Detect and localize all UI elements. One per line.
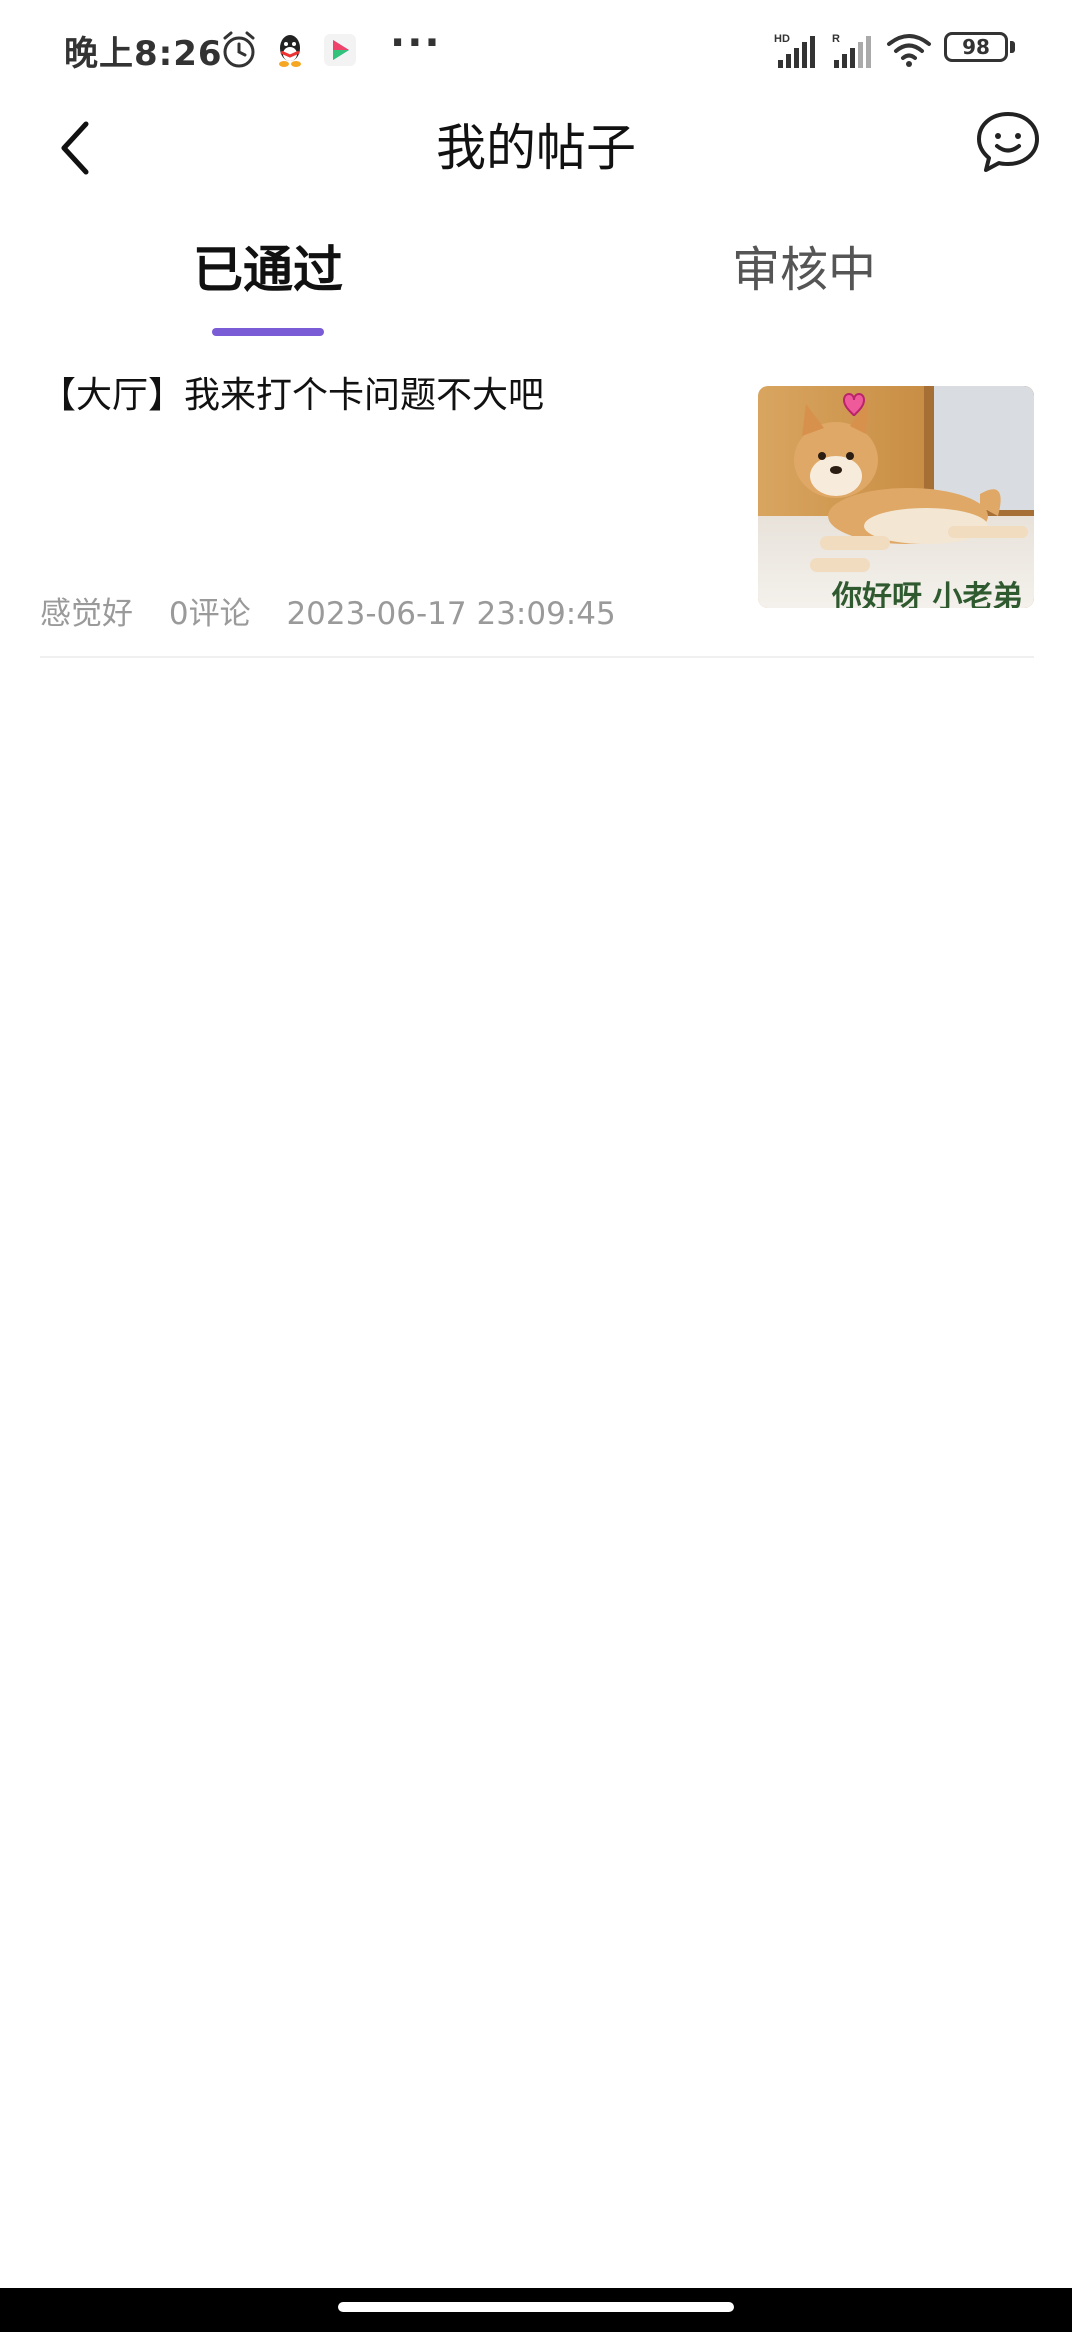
play-icon (324, 34, 356, 66)
post-comment-count: 0评论 (168, 596, 251, 632)
signal-icon: HD (774, 33, 815, 68)
my-posts-screen: 晚上8:26 ··· HD R 98 我的帖子 已通过 审核中 【大厅】我来打个… (0, 0, 1072, 2332)
chat-bubble-icon (977, 112, 1039, 172)
tab-approved[interactable]: 已通过 (118, 230, 418, 302)
post-author: 感觉好 (40, 596, 133, 632)
battery-icon: 98 (944, 32, 1008, 62)
message-button[interactable] (970, 104, 1046, 180)
post-title: 【大厅】我来打个卡问题不大吧 (40, 375, 545, 416)
alarm-icon (223, 31, 255, 68)
system-nav-bar (0, 2288, 1072, 2332)
signal-icon-secondary: R (832, 33, 871, 68)
post-datetime: 2023-06-17 23:09:45 (286, 596, 616, 632)
signal-hd-label: HD (774, 33, 790, 45)
status-time: 晚上8:26 (64, 34, 223, 74)
tab-reviewing[interactable]: 审核中 (654, 230, 954, 300)
home-indicator[interactable] (338, 2302, 734, 2312)
post-list-item[interactable]: 【大厅】我来打个卡问题不大吧 感觉好 0评论 2023-06-17 23:09:… (40, 360, 1034, 658)
wifi-icon (887, 34, 931, 67)
tab-bar: 已通过 审核中 (0, 230, 1072, 350)
post-thumbnail[interactable]: 你好呀 小老弟 (758, 386, 1034, 608)
qq-icon (279, 35, 301, 67)
active-tab-indicator (212, 328, 324, 336)
signal-r-label: R (832, 33, 840, 45)
page-title: 我的帖子 (436, 119, 636, 177)
status-bar: 晚上8:26 ··· HD R 98 (0, 0, 1072, 100)
post-meta: 感觉好 0评论 2023-06-17 23:09:45 (40, 588, 642, 633)
more-notifications-icon: ··· (390, 20, 442, 66)
header-bar: 我的帖子 (0, 100, 1072, 200)
battery-tip (1010, 41, 1015, 53)
thumbnail-caption: 你好呀 小老弟 (832, 580, 1023, 608)
